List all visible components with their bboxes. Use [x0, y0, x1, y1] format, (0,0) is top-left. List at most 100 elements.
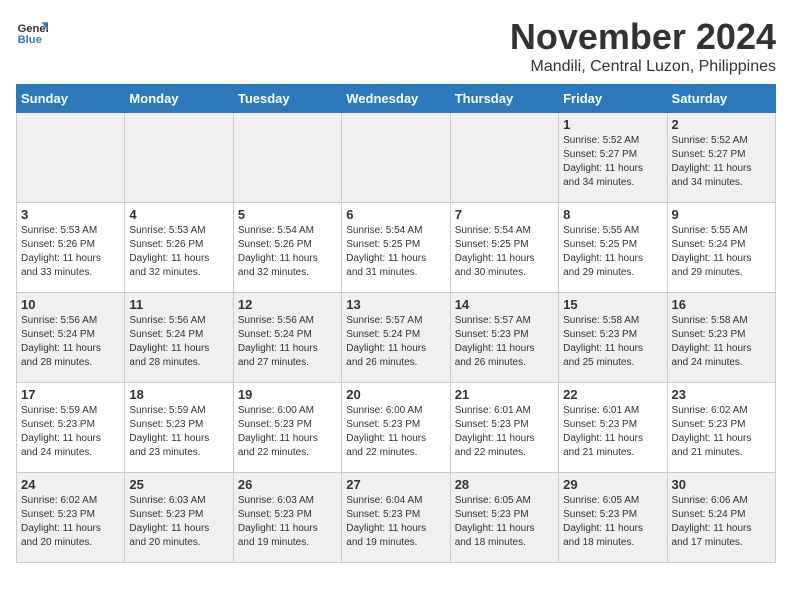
svg-text:General: General	[18, 23, 48, 35]
calendar-cell: 17Sunrise: 5:59 AM Sunset: 5:23 PM Dayli…	[17, 383, 125, 473]
day-info: Sunrise: 6:01 AM Sunset: 5:23 PM Dayligh…	[455, 404, 554, 460]
day-info: Sunrise: 5:56 AM Sunset: 5:24 PM Dayligh…	[238, 314, 337, 370]
day-number: 25	[129, 477, 228, 492]
day-info: Sunrise: 5:57 AM Sunset: 5:23 PM Dayligh…	[455, 314, 554, 370]
calendar-cell	[17, 113, 125, 203]
day-number: 23	[672, 387, 771, 402]
day-number: 11	[129, 297, 228, 312]
day-header-sunday: Sunday	[17, 85, 125, 113]
day-info: Sunrise: 6:02 AM Sunset: 5:23 PM Dayligh…	[21, 494, 120, 550]
day-number: 29	[563, 477, 662, 492]
day-number: 4	[129, 207, 228, 222]
day-info: Sunrise: 6:05 AM Sunset: 5:23 PM Dayligh…	[563, 494, 662, 550]
day-info: Sunrise: 5:54 AM Sunset: 5:25 PM Dayligh…	[346, 224, 445, 280]
calendar-cell: 19 Sunrise: 6:00 AM Sunset: 5:23 PM Dayli…	[233, 383, 341, 473]
day-header-friday: Friday	[559, 85, 667, 113]
calendar-cell: 2Sunrise: 5:52 AM Sunset: 5:27 PM Daylig…	[667, 113, 775, 203]
calendar-table: SundayMondayTuesdayWednesdayThursdayFrid…	[16, 84, 776, 563]
day-info: Sunrise: 5:56 AM Sunset: 5:24 PM Dayligh…	[21, 314, 120, 370]
day-number: 24	[21, 477, 120, 492]
day-info: Sunrise: 6:03 AM Sunset: 5:23 PM Dayligh…	[129, 494, 228, 550]
calendar-cell: 16 Sunrise: 5:58 AM Sunset: 5:23 PM Dayli…	[667, 293, 775, 383]
day-header-tuesday: Tuesday	[233, 85, 341, 113]
day-number: 6	[346, 207, 445, 222]
calendar-cell: 5 Sunrise: 5:54 AM Sunset: 5:26 PM Daylig…	[233, 203, 341, 293]
calendar-cell: 22 Sunrise: 6:01 AM Sunset: 5:23 PM Dayli…	[559, 383, 667, 473]
week-row-1: 1Sunrise: 5:52 AM Sunset: 5:27 PM Daylig…	[17, 113, 776, 203]
day-info: Sunrise: 5:59 AM Sunset: 5:23 PM Dayligh…	[21, 404, 120, 460]
day-number: 22	[563, 387, 662, 402]
day-number: 28	[455, 477, 554, 492]
day-header-monday: Monday	[125, 85, 233, 113]
week-row-3: 10 Sunrise: 5:56 AM Sunset: 5:24 PM Dayli…	[17, 293, 776, 383]
calendar-cell: 6 Sunrise: 5:54 AM Sunset: 5:25 PM Daylig…	[342, 203, 450, 293]
calendar-cell: 18 Sunrise: 5:59 AM Sunset: 5:23 PM Dayli…	[125, 383, 233, 473]
calendar-cell	[342, 113, 450, 203]
calendar-cell: 9 Sunrise: 5:55 AM Sunset: 5:24 PM Daylig…	[667, 203, 775, 293]
calendar-cell: 24 Sunrise: 6:02 AM Sunset: 5:23 PM Dayli…	[17, 473, 125, 563]
day-number: 26	[238, 477, 337, 492]
day-info: Sunrise: 5:58 AM Sunset: 5:23 PM Dayligh…	[563, 314, 662, 370]
day-number: 7	[455, 207, 554, 222]
day-number: 1	[563, 117, 662, 132]
day-header-saturday: Saturday	[667, 85, 775, 113]
day-info: Sunrise: 6:01 AM Sunset: 5:23 PM Dayligh…	[563, 404, 662, 460]
calendar-cell: 1Sunrise: 5:52 AM Sunset: 5:27 PM Daylig…	[559, 113, 667, 203]
day-info: Sunrise: 6:02 AM Sunset: 5:23 PM Dayligh…	[672, 404, 771, 460]
day-info: Sunrise: 6:00 AM Sunset: 5:23 PM Dayligh…	[238, 404, 337, 460]
day-info: Sunrise: 5:54 AM Sunset: 5:26 PM Dayligh…	[238, 224, 337, 280]
day-number: 30	[672, 477, 771, 492]
day-number: 13	[346, 297, 445, 312]
day-info: Sunrise: 6:03 AM Sunset: 5:23 PM Dayligh…	[238, 494, 337, 550]
calendar-cell: 10 Sunrise: 5:56 AM Sunset: 5:24 PM Dayli…	[17, 293, 125, 383]
calendar-cell: 13 Sunrise: 5:57 AM Sunset: 5:24 PM Dayli…	[342, 293, 450, 383]
day-info: Sunrise: 5:55 AM Sunset: 5:25 PM Dayligh…	[563, 224, 662, 280]
day-number: 9	[672, 207, 771, 222]
day-info: Sunrise: 5:57 AM Sunset: 5:24 PM Dayligh…	[346, 314, 445, 370]
day-number: 10	[21, 297, 120, 312]
calendar-cell	[450, 113, 558, 203]
week-row-2: 3 Sunrise: 5:53 AM Sunset: 5:26 PM Daylig…	[17, 203, 776, 293]
day-number: 8	[563, 207, 662, 222]
day-number: 21	[455, 387, 554, 402]
calendar-cell: 29 Sunrise: 6:05 AM Sunset: 5:23 PM Dayli…	[559, 473, 667, 563]
calendar-cell: 4 Sunrise: 5:53 AM Sunset: 5:26 PM Daylig…	[125, 203, 233, 293]
title-area: November 2024 Mandili, Central Luzon, Ph…	[510, 16, 776, 76]
svg-text:Blue: Blue	[18, 34, 42, 46]
calendar-cell: 27Sunrise: 6:04 AM Sunset: 5:23 PM Dayli…	[342, 473, 450, 563]
calendar-cell: 15Sunrise: 5:58 AM Sunset: 5:23 PM Dayli…	[559, 293, 667, 383]
header: General Blue November 2024 Mandili, Cent…	[16, 16, 776, 76]
day-number: 27	[346, 477, 445, 492]
calendar-cell: 20Sunrise: 6:00 AM Sunset: 5:23 PM Dayli…	[342, 383, 450, 473]
day-number: 19	[238, 387, 337, 402]
day-info: Sunrise: 5:59 AM Sunset: 5:23 PM Dayligh…	[129, 404, 228, 460]
week-row-5: 24 Sunrise: 6:02 AM Sunset: 5:23 PM Dayli…	[17, 473, 776, 563]
main-title: November 2024	[510, 16, 776, 58]
day-header-wednesday: Wednesday	[342, 85, 450, 113]
calendar-cell: 8 Sunrise: 5:55 AM Sunset: 5:25 PM Daylig…	[559, 203, 667, 293]
day-number: 18	[129, 387, 228, 402]
day-info: Sunrise: 5:58 AM Sunset: 5:23 PM Dayligh…	[672, 314, 771, 370]
day-info: Sunrise: 6:00 AM Sunset: 5:23 PM Dayligh…	[346, 404, 445, 460]
day-info: Sunrise: 5:54 AM Sunset: 5:25 PM Dayligh…	[455, 224, 554, 280]
day-number: 16	[672, 297, 771, 312]
day-info: Sunrise: 5:53 AM Sunset: 5:26 PM Dayligh…	[129, 224, 228, 280]
logo: General Blue	[16, 16, 48, 48]
day-number: 14	[455, 297, 554, 312]
calendar-cell: 21 Sunrise: 6:01 AM Sunset: 5:23 PM Dayli…	[450, 383, 558, 473]
week-row-4: 17Sunrise: 5:59 AM Sunset: 5:23 PM Dayli…	[17, 383, 776, 473]
day-number: 5	[238, 207, 337, 222]
day-info: Sunrise: 6:06 AM Sunset: 5:24 PM Dayligh…	[672, 494, 771, 550]
calendar-cell	[125, 113, 233, 203]
days-header-row: SundayMondayTuesdayWednesdayThursdayFrid…	[17, 85, 776, 113]
calendar-cell: 3Sunrise: 5:53 AM Sunset: 5:26 PM Daylig…	[17, 203, 125, 293]
subtitle: Mandili, Central Luzon, Philippines	[510, 58, 776, 76]
calendar-cell	[233, 113, 341, 203]
calendar-cell: 7 Sunrise: 5:54 AM Sunset: 5:25 PM Daylig…	[450, 203, 558, 293]
day-info: Sunrise: 5:55 AM Sunset: 5:24 PM Dayligh…	[672, 224, 771, 280]
day-number: 12	[238, 297, 337, 312]
day-info: Sunrise: 6:05 AM Sunset: 5:23 PM Dayligh…	[455, 494, 554, 550]
calendar-cell: 26 Sunrise: 6:03 AM Sunset: 5:23 PM Dayli…	[233, 473, 341, 563]
day-number: 3	[21, 207, 120, 222]
calendar-cell: 11Sunrise: 5:56 AM Sunset: 5:24 PM Dayli…	[125, 293, 233, 383]
